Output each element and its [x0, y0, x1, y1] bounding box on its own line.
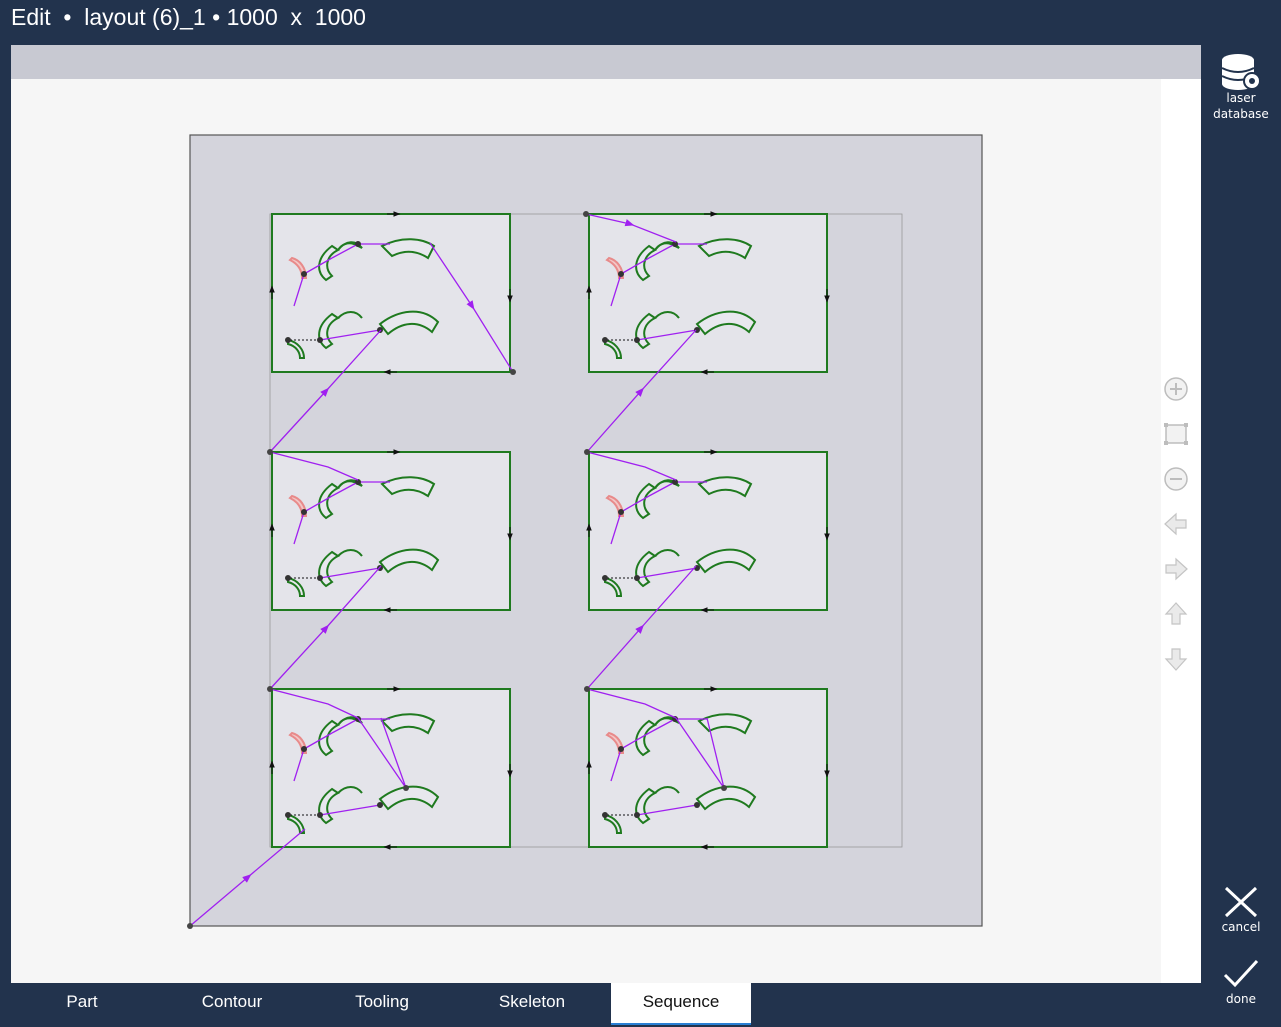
- laser-database-button[interactable]: laser database: [1201, 50, 1281, 122]
- zoom-out-icon[interactable]: [1163, 466, 1189, 492]
- tab-tooling[interactable]: Tooling: [312, 983, 452, 1023]
- layout-name: layout (6)_1: [84, 4, 206, 30]
- part-6[interactable]: [589, 689, 827, 847]
- done-label: done: [1226, 992, 1256, 1006]
- layout-drawing: [187, 134, 983, 929]
- tab-sequence[interactable]: Sequence: [611, 983, 751, 1025]
- zoom-extents-icon[interactable]: [1163, 421, 1189, 447]
- toolstrip: [11, 45, 1201, 79]
- laser-database-label: laser database: [1213, 91, 1269, 121]
- tab-skeleton[interactable]: Skeleton: [462, 983, 602, 1023]
- part-3[interactable]: [272, 452, 510, 610]
- sheet-size: 1000 x 1000: [226, 4, 366, 30]
- done-button[interactable]: done: [1201, 957, 1281, 1007]
- title-mode: Edit: [11, 4, 51, 30]
- part-1[interactable]: [272, 214, 510, 372]
- pan-right-icon[interactable]: [1163, 556, 1189, 582]
- tab-part[interactable]: Part: [12, 983, 152, 1023]
- title-separator: •: [63, 4, 72, 30]
- tab-contour[interactable]: Contour: [162, 983, 302, 1023]
- cancel-label: cancel: [1221, 920, 1261, 934]
- pan-up-icon[interactable]: [1163, 601, 1189, 627]
- checkmark-icon: [1223, 959, 1259, 988]
- drawing-canvas[interactable]: [11, 79, 1161, 983]
- pan-down-icon[interactable]: [1163, 646, 1189, 672]
- title-bar: Edit • layout (6)_1 • 1000 x 1000: [0, 0, 1281, 44]
- database-gear-icon: [1221, 54, 1261, 90]
- part-4[interactable]: [589, 452, 827, 610]
- close-icon: [1224, 886, 1258, 918]
- cancel-button[interactable]: cancel: [1201, 885, 1281, 935]
- tab-bar: Part Contour Tooling Skeleton Sequence: [0, 983, 1201, 1027]
- zoom-in-icon[interactable]: [1163, 376, 1189, 402]
- pan-left-icon[interactable]: [1163, 511, 1189, 537]
- part-5[interactable]: [272, 689, 510, 847]
- part-2[interactable]: [589, 214, 827, 372]
- side-panel: laser database cancel done: [1201, 45, 1281, 1027]
- title-separator-2: •: [212, 4, 221, 30]
- window-title: Edit • layout (6)_1 • 1000 x 1000: [11, 4, 366, 31]
